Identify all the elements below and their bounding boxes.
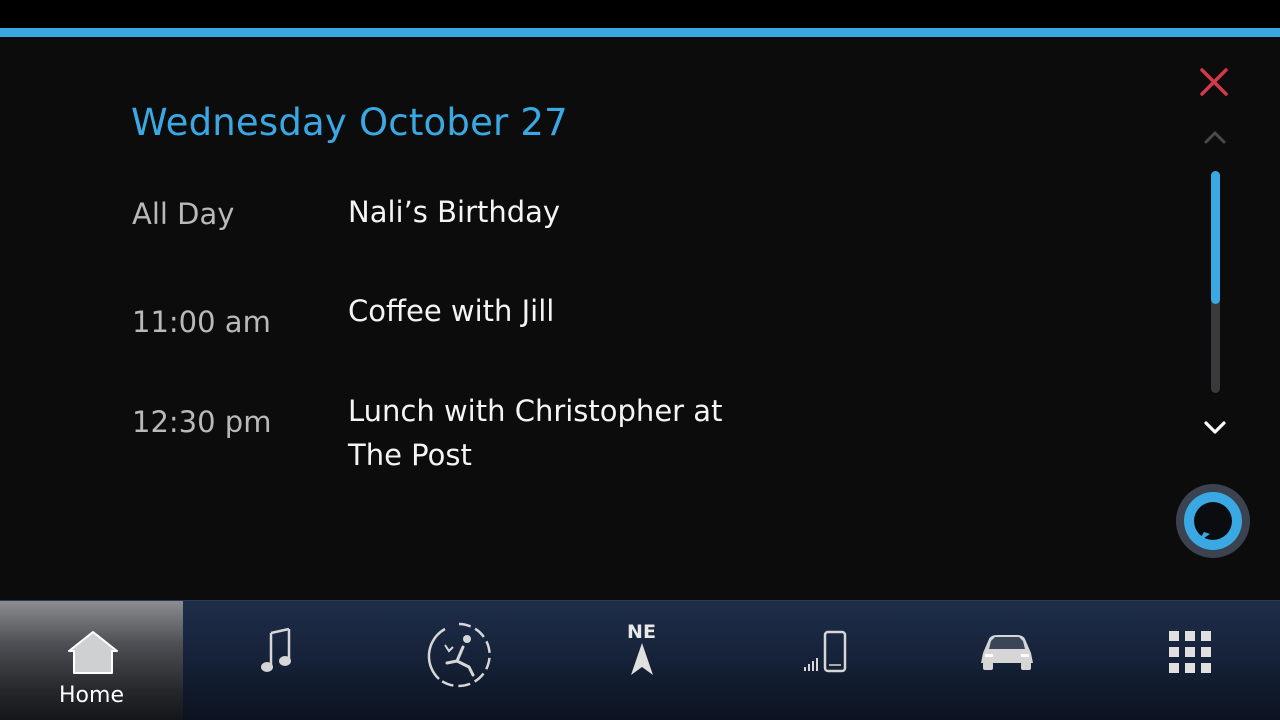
page-title: Wednesday October 27 xyxy=(131,101,568,144)
close-icon xyxy=(1200,68,1228,96)
nav-vehicle[interactable] xyxy=(917,601,1100,720)
nav-climate[interactable] xyxy=(367,601,550,720)
phone-icon xyxy=(804,630,847,673)
alexa-icon xyxy=(1184,492,1242,550)
status-strip xyxy=(0,0,1280,28)
close-button[interactable] xyxy=(1196,64,1232,100)
seat-climate-icon xyxy=(427,622,491,688)
vehicle-icon xyxy=(981,635,1033,670)
nav-apps[interactable] xyxy=(1100,601,1280,720)
navigation-icon xyxy=(631,643,653,675)
bottom-nav-bar: Home NE xyxy=(0,600,1280,720)
apps-grid-icon xyxy=(1169,631,1211,673)
event-title: Nali’s Birthday xyxy=(348,195,561,229)
event-time: All Day xyxy=(132,197,235,231)
music-icon xyxy=(261,627,291,672)
home-icon xyxy=(68,631,118,674)
nav-phone[interactable] xyxy=(733,601,917,720)
nav-home-label: Home xyxy=(59,683,124,708)
accent-bar xyxy=(0,28,1280,37)
event-title: Coffee with Jill xyxy=(348,294,555,328)
event-time: 12:30 pm xyxy=(132,405,272,439)
scroll-down-button[interactable] xyxy=(1202,415,1228,439)
event-time: 11:00 am xyxy=(132,305,271,339)
voice-assistant-button[interactable] xyxy=(1176,484,1250,558)
nav-navigation[interactable]: NE xyxy=(550,601,733,720)
compass-heading: NE xyxy=(627,621,656,643)
scrollbar[interactable] xyxy=(1211,171,1220,393)
nav-home[interactable]: Home xyxy=(0,601,183,720)
nav-music[interactable] xyxy=(183,601,367,720)
chevron-up-icon xyxy=(1204,131,1226,144)
event-title: Lunch with Christopher at The Post xyxy=(348,394,723,472)
chevron-down-icon xyxy=(1204,421,1226,434)
scrollbar-thumb[interactable] xyxy=(1211,171,1220,304)
scroll-up-button[interactable] xyxy=(1202,125,1228,149)
calendar-panel: Wednesday October 27 All Day Nali’s Birt… xyxy=(0,37,1280,600)
